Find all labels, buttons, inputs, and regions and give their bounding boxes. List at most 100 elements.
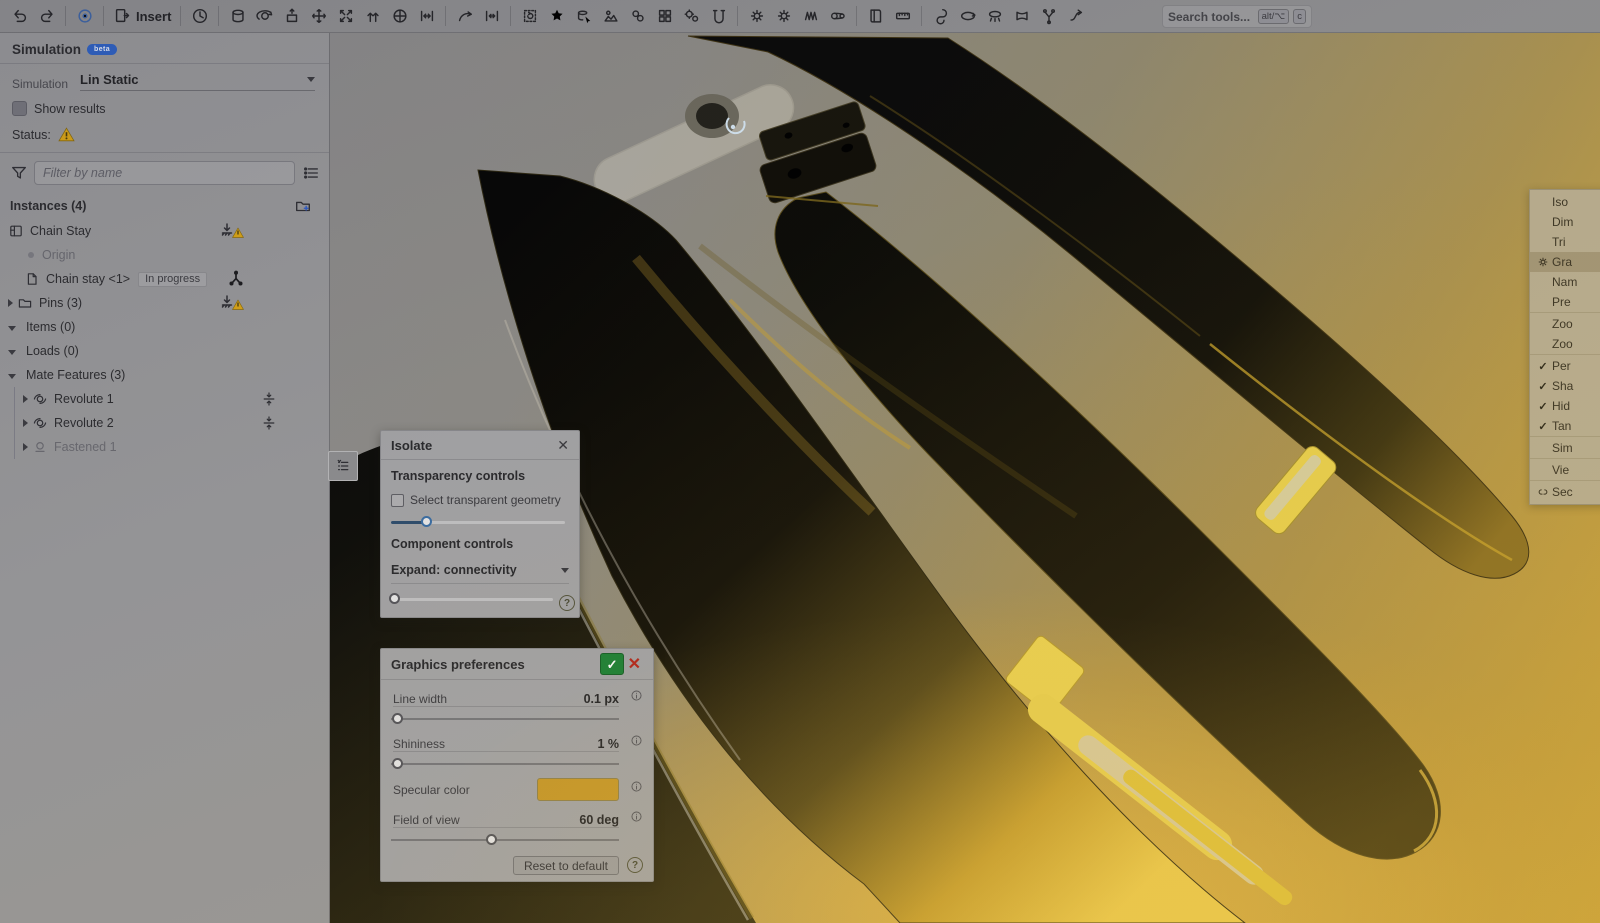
- panel-toggle-button[interactable]: [328, 451, 358, 481]
- tree-row-origin[interactable]: Origin: [0, 243, 329, 267]
- info-icon[interactable]: [630, 734, 643, 750]
- tree-row-items[interactable]: Items (0): [0, 315, 329, 339]
- info-icon[interactable]: [630, 810, 643, 826]
- view-menu-item[interactable]: ✓ Sec: [1530, 482, 1600, 502]
- close-icon[interactable]: ✕: [555, 437, 571, 454]
- select-body-icon[interactable]: [570, 3, 597, 29]
- chevron-right-icon[interactable]: [23, 395, 28, 403]
- view-menu-item[interactable]: ✓ Iso: [1530, 192, 1600, 212]
- confirm-check-button[interactable]: ✓: [600, 653, 624, 675]
- field-of-view-slider[interactable]: [391, 834, 619, 846]
- simulation-select[interactable]: Lin Static: [80, 72, 315, 91]
- view-menu-item[interactable]: ✓ Sha: [1530, 376, 1600, 396]
- transparency-slider[interactable]: [391, 516, 565, 528]
- add-folder-icon[interactable]: [293, 197, 313, 215]
- mechanism-icon[interactable]: [743, 3, 770, 29]
- explode-icon[interactable]: [332, 3, 359, 29]
- group-parts-icon[interactable]: [624, 3, 651, 29]
- lift-icon[interactable]: [359, 3, 386, 29]
- belt-icon[interactable]: [824, 3, 851, 29]
- orbit-view-icon[interactable]: [954, 3, 981, 29]
- expand-slider-thumb[interactable]: [389, 593, 400, 604]
- view-menu-item[interactable]: ✓ Gra: [1530, 252, 1600, 272]
- list-view-icon[interactable]: [301, 164, 321, 182]
- view-menu-item[interactable]: ✓ Zoo: [1530, 314, 1600, 334]
- move-icon[interactable]: [305, 3, 332, 29]
- chevron-right-icon[interactable]: [23, 419, 28, 427]
- chevron-down-icon[interactable]: [8, 350, 16, 355]
- insert-part-icon[interactable]: [278, 3, 305, 29]
- insert-button[interactable]: Insert: [109, 7, 175, 25]
- cancel-x-button[interactable]: ✕: [624, 654, 645, 674]
- shininess-value[interactable]: 1 %: [597, 737, 619, 751]
- transform-icon[interactable]: [516, 3, 543, 29]
- redo-icon[interactable]: [33, 3, 60, 29]
- view-menu-item[interactable]: ✓ Tri: [1530, 232, 1600, 252]
- spring-icon[interactable]: [797, 3, 824, 29]
- view-menu-item[interactable]: ✓ Sim: [1530, 438, 1600, 459]
- view-menu-item[interactable]: ✓ Zoo: [1530, 334, 1600, 355]
- specular-color-swatch[interactable]: [537, 778, 619, 801]
- expand-connectivity-select[interactable]: Expand: connectivity: [391, 563, 569, 584]
- pattern-grid-icon[interactable]: [651, 3, 678, 29]
- joint-icon[interactable]: [1035, 3, 1062, 29]
- tree-row-pins[interactable]: Pins (3): [0, 291, 329, 315]
- chevron-right-icon[interactable]: [23, 443, 28, 451]
- gear-feature-icon[interactable]: [770, 3, 797, 29]
- measure-distance-icon[interactable]: [478, 3, 505, 29]
- history-icon[interactable]: [186, 3, 213, 29]
- filter-icon[interactable]: [10, 164, 28, 182]
- filter-input[interactable]: [34, 161, 295, 185]
- line-width-value[interactable]: 0.1 px: [584, 692, 619, 706]
- field-of-view-slider-thumb[interactable]: [486, 834, 497, 845]
- clamp-icon[interactable]: [705, 3, 732, 29]
- sweep-icon[interactable]: [1062, 3, 1089, 29]
- notebook-icon[interactable]: [862, 3, 889, 29]
- field-of-view-value[interactable]: 60 deg: [579, 813, 619, 827]
- info-icon[interactable]: [630, 780, 643, 796]
- view-menu-item[interactable]: ✓ Vie: [1530, 460, 1600, 481]
- tree-row-mate-features[interactable]: Mate Features (3): [0, 363, 329, 387]
- view-menu-item[interactable]: ✓ Pre: [1530, 292, 1600, 313]
- tree-row-assembly[interactable]: Chain Stay: [0, 219, 329, 243]
- chevron-right-icon[interactable]: [8, 299, 13, 307]
- help-icon[interactable]: ?: [627, 857, 643, 873]
- tree-row-revolute-2[interactable]: Revolute 2: [15, 411, 329, 435]
- measure-icon[interactable]: [889, 3, 916, 29]
- transparency-slider-thumb[interactable]: [421, 516, 432, 527]
- view-menu-item[interactable]: ✓ Per: [1530, 356, 1600, 376]
- hook-icon[interactable]: [927, 3, 954, 29]
- select-transparent-geometry-checkbox[interactable]: [391, 494, 404, 507]
- emitter-icon[interactable]: [981, 3, 1008, 29]
- info-icon[interactable]: [630, 689, 643, 705]
- appearance-icon[interactable]: [597, 3, 624, 29]
- constraint-icon[interactable]: [1008, 3, 1035, 29]
- line-width-slider[interactable]: [391, 713, 619, 725]
- shininess-slider-thumb[interactable]: [392, 758, 403, 769]
- suppress-icon[interactable]: [261, 390, 277, 408]
- reset-to-default-button[interactable]: Reset to default: [513, 856, 619, 875]
- tree-row-revolute-1[interactable]: Revolute 1: [15, 387, 329, 411]
- expand-distance-slider[interactable]: [391, 593, 553, 605]
- display-state-icon[interactable]: [224, 3, 251, 29]
- gear-pair-icon[interactable]: [678, 3, 705, 29]
- rotate-icon[interactable]: [251, 3, 278, 29]
- search-tools-input[interactable]: Search tools... alt/⌥ c: [1162, 5, 1312, 28]
- undo-icon[interactable]: [6, 3, 33, 29]
- view-menu-item[interactable]: ✓ Dim: [1530, 212, 1600, 232]
- tree-row-part[interactable]: Chain stay <1> In progress: [0, 267, 329, 291]
- feature-star-icon[interactable]: [543, 3, 570, 29]
- revolve-icon[interactable]: [451, 3, 478, 29]
- help-icon[interactable]: ?: [559, 595, 575, 611]
- shininess-slider[interactable]: [391, 758, 619, 770]
- view-menu-item[interactable]: ✓ Hid: [1530, 396, 1600, 416]
- view-menu-item[interactable]: ✓ Nam: [1530, 272, 1600, 292]
- commit-target-icon[interactable]: [71, 3, 98, 29]
- view-menu-item[interactable]: ✓ Tan: [1530, 416, 1600, 437]
- warning-icon[interactable]: [58, 127, 75, 142]
- chevron-down-icon[interactable]: [8, 374, 16, 379]
- chevron-down-icon[interactable]: [8, 326, 16, 331]
- suppress-icon[interactable]: [261, 414, 277, 432]
- travel-limits-icon[interactable]: [413, 3, 440, 29]
- line-width-slider-thumb[interactable]: [392, 713, 403, 724]
